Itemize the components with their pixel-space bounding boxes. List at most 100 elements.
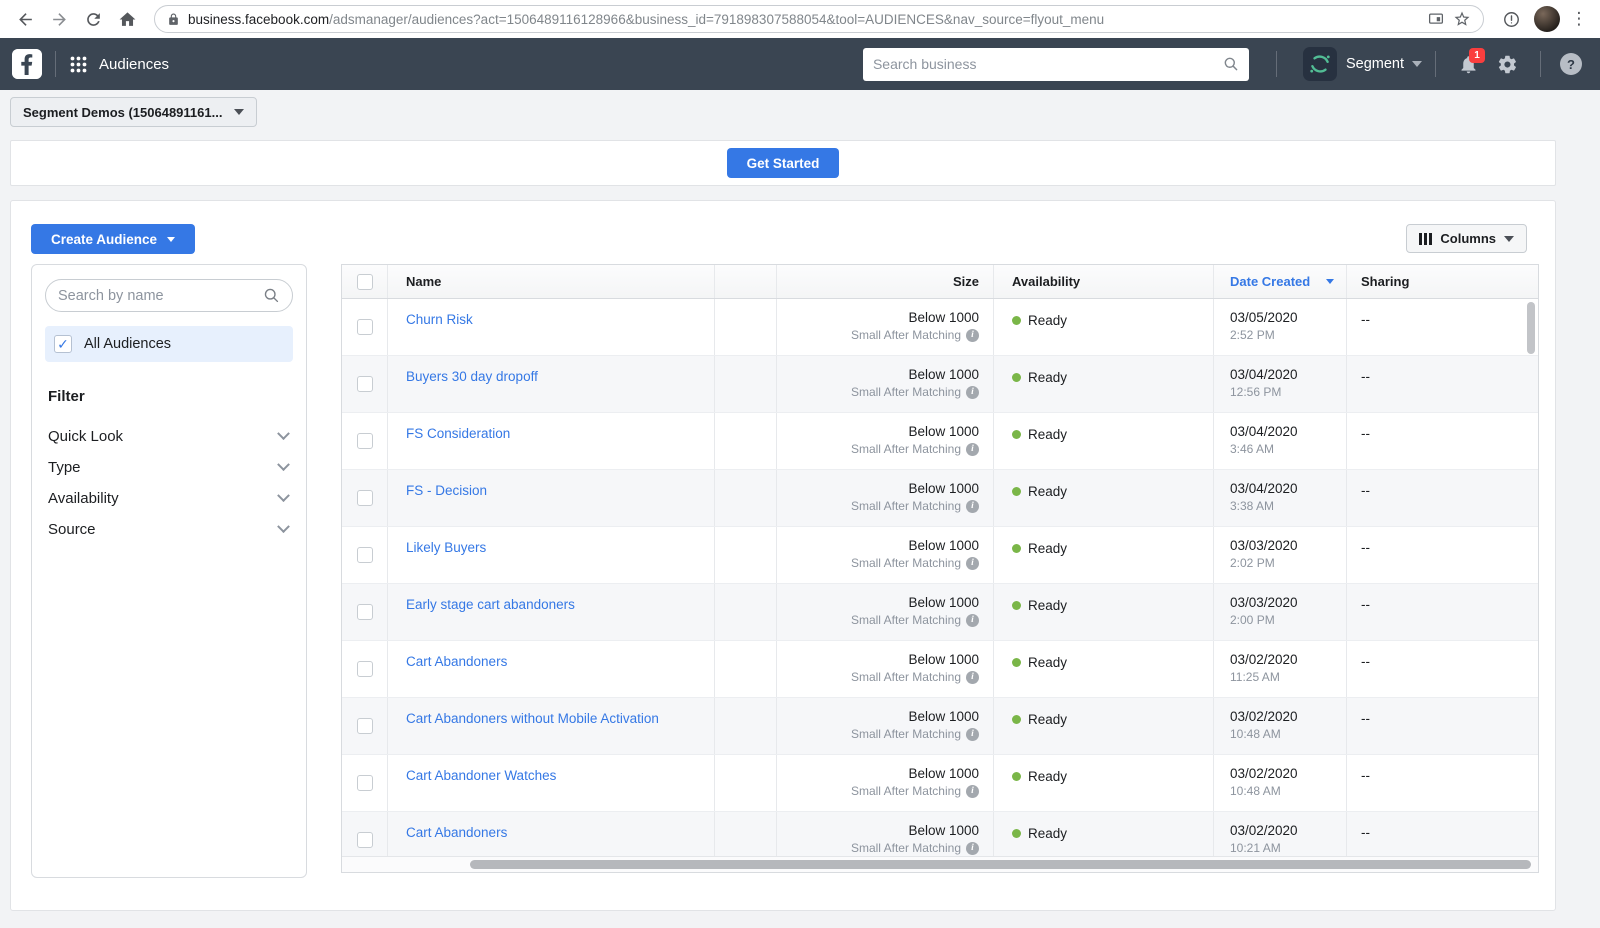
- business-search-box[interactable]: [863, 48, 1249, 81]
- horizontal-scrollbar-thumb[interactable]: [470, 860, 1531, 869]
- sharing-value: --: [1361, 812, 1370, 840]
- header-date-created[interactable]: Date Created: [1214, 265, 1347, 298]
- size-value: Below 1000: [777, 595, 979, 610]
- row-checkbox[interactable]: [357, 775, 373, 791]
- date-created-value: 03/02/2020: [1230, 652, 1298, 667]
- lock-icon: [167, 13, 180, 26]
- row-checkbox[interactable]: [357, 604, 373, 620]
- availability-value: Ready: [1028, 655, 1067, 670]
- name-search-box[interactable]: [45, 279, 293, 312]
- row-checkbox[interactable]: [357, 718, 373, 734]
- date-created-value: 03/05/2020: [1230, 310, 1298, 325]
- nav-divider: [1276, 51, 1277, 77]
- time-created-value: 3:38 AM: [1230, 499, 1298, 513]
- columns-button[interactable]: Columns: [1406, 224, 1527, 253]
- browser-reload-icon[interactable]: [78, 4, 108, 34]
- table-row: Early stage cart abandoners Below 1000 S…: [342, 584, 1538, 641]
- header-name[interactable]: Name: [388, 265, 715, 298]
- name-search-input[interactable]: [58, 288, 255, 304]
- row-checkbox[interactable]: [357, 490, 373, 506]
- date-created-value: 03/02/2020: [1230, 766, 1298, 781]
- header-availability[interactable]: Availability: [994, 265, 1214, 298]
- size-note: Small After Matching: [851, 613, 961, 627]
- time-created-value: 2:00 PM: [1230, 613, 1298, 627]
- chevron-down-icon: [277, 427, 290, 440]
- info-icon[interactable]: i: [966, 728, 979, 741]
- ad-account-selector[interactable]: Segment Demos (15064891161...: [10, 97, 257, 127]
- audience-name-link[interactable]: Churn Risk: [406, 299, 473, 327]
- audience-name-link[interactable]: FS Consideration: [406, 413, 510, 441]
- get-started-button[interactable]: Get Started: [727, 148, 840, 178]
- size-value: Below 1000: [777, 652, 979, 667]
- select-all-checkbox[interactable]: [357, 274, 373, 290]
- create-audience-button[interactable]: Create Audience: [31, 224, 195, 254]
- availability-value: Ready: [1028, 826, 1067, 841]
- size-value: Below 1000: [777, 823, 979, 838]
- browser-forward-icon[interactable]: [44, 4, 74, 34]
- availability-value: Ready: [1028, 484, 1067, 499]
- size-value: Below 1000: [777, 424, 979, 439]
- browser-back-icon[interactable]: [10, 4, 40, 34]
- size-note: Small After Matching: [851, 841, 961, 855]
- row-checkbox[interactable]: [357, 832, 373, 848]
- select-all-cell: [342, 265, 388, 298]
- filter-item-type[interactable]: Type: [32, 452, 306, 483]
- audience-name-link[interactable]: Early stage cart abandoners: [406, 584, 575, 612]
- segment-logo-icon[interactable]: [1303, 47, 1337, 81]
- all-audiences-item[interactable]: ✓ All Audiences: [45, 326, 293, 362]
- audience-name-link[interactable]: Likely Buyers: [406, 527, 486, 555]
- facebook-logo-icon[interactable]: [12, 49, 42, 79]
- row-checkbox[interactable]: [357, 547, 373, 563]
- settings-gear-icon[interactable]: [1497, 54, 1518, 75]
- device-icon[interactable]: [1427, 10, 1445, 28]
- row-checkbox[interactable]: [357, 376, 373, 392]
- info-icon[interactable]: i: [966, 671, 979, 684]
- availability-value: Ready: [1028, 712, 1067, 727]
- browser-home-icon[interactable]: [112, 4, 142, 34]
- size-note: Small After Matching: [851, 328, 961, 342]
- notifications-bell-icon[interactable]: 1: [1458, 54, 1479, 75]
- row-checkbox[interactable]: [357, 319, 373, 335]
- info-icon[interactable]: i: [966, 500, 979, 513]
- info-icon[interactable]: i: [966, 386, 979, 399]
- info-icon[interactable]: i: [966, 557, 979, 570]
- header-size[interactable]: Size: [777, 265, 994, 298]
- audience-name-link[interactable]: Cart Abandoners without Mobile Activatio…: [406, 698, 659, 726]
- audience-name-link[interactable]: Cart Abandoners: [406, 812, 507, 840]
- sort-caret-icon: [1326, 279, 1334, 284]
- caret-down-icon[interactable]: [1412, 61, 1422, 67]
- business-account-name[interactable]: Segment: [1346, 56, 1404, 72]
- time-created-value: 2:02 PM: [1230, 556, 1298, 570]
- bookmark-star-icon[interactable]: [1453, 10, 1471, 28]
- size-note: Small After Matching: [851, 784, 961, 798]
- time-created-value: 2:52 PM: [1230, 328, 1298, 342]
- audience-name-link[interactable]: Buyers 30 day dropoff: [406, 356, 538, 384]
- filter-item-quick-look[interactable]: Quick Look: [32, 421, 306, 452]
- header-sharing[interactable]: Sharing: [1347, 265, 1538, 298]
- business-search-input[interactable]: [873, 56, 1223, 72]
- browser-menu-icon[interactable]: ⋮: [1568, 9, 1590, 29]
- row-checkbox[interactable]: [357, 433, 373, 449]
- info-icon[interactable]: i: [966, 443, 979, 456]
- apps-grid-icon[interactable]: [69, 55, 88, 74]
- audience-name-link[interactable]: Cart Abandoners: [406, 641, 507, 669]
- caret-down-icon: [1504, 236, 1514, 242]
- audience-name-link[interactable]: Cart Abandoner Watches: [406, 755, 556, 783]
- info-icon[interactable]: i: [966, 614, 979, 627]
- size-note: Small After Matching: [851, 670, 961, 684]
- audience-name-link[interactable]: FS - Decision: [406, 470, 487, 498]
- address-bar[interactable]: business.facebook.com/adsmanager/audienc…: [154, 5, 1484, 33]
- info-icon[interactable]: i: [966, 329, 979, 342]
- all-audiences-checkbox[interactable]: ✓: [54, 335, 72, 353]
- row-checkbox[interactable]: [357, 661, 373, 677]
- extension-info-icon[interactable]: [1496, 4, 1526, 34]
- vertical-scrollbar-thumb[interactable]: [1527, 302, 1535, 354]
- info-icon[interactable]: i: [966, 842, 979, 855]
- browser-profile-avatar[interactable]: [1534, 6, 1560, 32]
- availability-value: Ready: [1028, 427, 1067, 442]
- help-icon[interactable]: ?: [1560, 53, 1582, 75]
- info-icon[interactable]: i: [966, 785, 979, 798]
- filter-item-source[interactable]: Source: [32, 514, 306, 545]
- filter-item-availability[interactable]: Availability: [32, 483, 306, 514]
- table-row: Cart Abandoners without Mobile Activatio…: [342, 698, 1538, 755]
